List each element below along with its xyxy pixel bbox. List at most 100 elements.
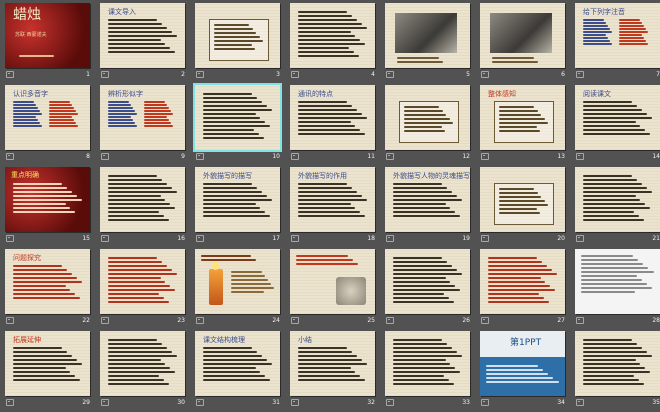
slide-number: 27 [557, 317, 565, 324]
slide-thumbnail-cell[interactable]: 通讯的特点 11 [290, 85, 385, 166]
slide-thumbnail-cell[interactable]: 给下列字注音 7 [575, 3, 660, 84]
text-lines [13, 183, 83, 215]
slide-thumbnail[interactable] [193, 83, 282, 152]
slide-thumbnail-cell[interactable]: 外貌描写人物的灵魂描写 19 [385, 167, 480, 248]
slide-thumbnail[interactable]: 课文导入 [100, 3, 185, 68]
slide-thumbnail-cell[interactable]: 12 [385, 85, 480, 166]
slide-thumbnail[interactable]: 拓展延伸 [5, 331, 90, 396]
slide-thumbnail-cell[interactable]: 课文结构梳理 31 [195, 331, 290, 412]
slide-thumbnail-cell[interactable]: 25 [290, 249, 385, 330]
slide-thumbnail[interactable]: 小结 [290, 331, 375, 396]
slide-thumbnail[interactable]: 认识多音字 [5, 85, 90, 150]
slide-thumbnail[interactable] [575, 331, 660, 396]
slide-thumbnail-cell[interactable]: 重点明确 15 [5, 167, 100, 248]
slide-thumbnail[interactable]: 外貌描写的描写 [195, 167, 280, 232]
slide-title: 拓展延伸 [13, 336, 41, 344]
slide-thumbnail-cell[interactable]: 阅读课文 14 [575, 85, 660, 166]
slide-number: 18 [367, 235, 375, 242]
text-lines [583, 175, 653, 223]
slide-thumbnail-cell[interactable]: 28 [575, 249, 660, 330]
slide-thumbnail[interactable] [195, 249, 280, 314]
slide-thumbnail-cell[interactable]: 24 [195, 249, 290, 330]
slide-thumbnail[interactable] [290, 249, 375, 314]
slide-thumbnail[interactable]: 外貌描写的作用 [290, 167, 375, 232]
slide-title: 课文结构梳理 [203, 336, 245, 344]
text-lines [13, 347, 83, 383]
slide-number: 29 [82, 399, 90, 406]
slide-thumbnail[interactable]: 辨析形似字 [100, 85, 185, 150]
text-box [209, 19, 269, 61]
text-lines [393, 183, 463, 219]
slide-thumbnail[interactable]: 课文结构梳理 [195, 331, 280, 396]
slide-number: 13 [557, 153, 565, 160]
slide-thumbnail[interactable]: 蜡烛 苏联 西蒙诺夫 [5, 3, 90, 68]
slide-title: 给下列字注音 [583, 8, 625, 16]
text-lines [486, 365, 560, 385]
slide-thumbnail[interactable] [100, 249, 185, 314]
photo-image [490, 13, 552, 53]
slide-thumbnail[interactable]: 重点明确 [5, 167, 90, 232]
slide-thumbnail-cell[interactable]: 整体感知 13 [480, 85, 575, 166]
slide-thumbnail[interactable] [480, 167, 565, 232]
text-lines [108, 175, 178, 223]
slide-thumbnail[interactable]: 问题探究 [5, 249, 90, 314]
slide-number: 7 [656, 71, 660, 78]
slide-thumbnail-cell[interactable]: 5 [385, 3, 480, 84]
slide-thumbnail-cell[interactable]: 辨析形似字 9 [100, 85, 195, 166]
slide-number: 12 [462, 153, 470, 160]
text-lines [108, 19, 178, 55]
slide-thumbnail[interactable]: 通讯的特点 [290, 85, 375, 150]
slide-thumbnail-cell[interactable]: 35 [575, 331, 660, 412]
slide-thumbnail-cell[interactable]: 6 [480, 3, 575, 84]
slide-thumbnail[interactable] [575, 249, 660, 314]
slide-thumbnail-cell[interactable]: 外貌描写的作用 18 [290, 167, 385, 248]
slide-thumbnail[interactable] [290, 3, 375, 68]
slide-number: 8 [86, 153, 90, 160]
slide-thumbnail[interactable] [385, 85, 470, 150]
slide-thumbnail-cell[interactable]: 30 [100, 331, 195, 412]
slide-number: 26 [462, 317, 470, 324]
slide-thumbnail[interactable] [385, 249, 470, 314]
slide-thumbnail[interactable]: 第1PPT [480, 331, 565, 396]
slide-thumbnail-cell[interactable]: 16 [100, 167, 195, 248]
slide-thumbnail-cell[interactable]: 33 [385, 331, 480, 412]
slide-thumbnail-cell[interactable]: 27 [480, 249, 575, 330]
text-lines [13, 265, 83, 301]
slide-thumbnail[interactable] [575, 167, 660, 232]
slide-number: 5 [466, 71, 470, 78]
slide-title: 阅读课文 [583, 90, 611, 98]
slide-thumbnail[interactable]: 外貌描写人物的灵魂描写 [385, 167, 470, 232]
slide-thumbnail-cell[interactable]: 20 [480, 167, 575, 248]
slide-thumbnail-cell[interactable]: 3 [195, 3, 290, 84]
slide-number: 25 [367, 317, 375, 324]
slide-thumbnail[interactable]: 给下列字注音 [575, 3, 660, 68]
slide-thumbnail-cell[interactable]: 第1PPT 34 [480, 331, 575, 412]
slide-thumbnail[interactable] [100, 331, 185, 396]
slide-thumbnail-cell[interactable]: 10 [193, 83, 290, 166]
slide-thumbnail-cell[interactable]: 拓展延伸 29 [5, 331, 100, 412]
slide-thumbnail-cell[interactable]: 4 [290, 3, 385, 84]
slide-title: 问题探究 [13, 254, 41, 262]
slide-thumbnail[interactable] [195, 3, 280, 68]
slide-thumbnail-cell[interactable]: 问题探究 22 [5, 249, 100, 330]
slide-thumbnail[interactable]: 阅读课文 [575, 85, 660, 150]
slide-thumbnail-cell[interactable]: 认识多音字 8 [5, 85, 100, 166]
text-box [494, 183, 554, 225]
slide-number: 34 [557, 399, 565, 406]
slide-number: 20 [557, 235, 565, 242]
slide-thumbnail-cell[interactable]: 课文导入 2 [100, 3, 195, 84]
slide-thumbnail[interactable] [480, 249, 565, 314]
slide-thumbnail-cell[interactable]: 23 [100, 249, 195, 330]
slide-number: 6 [561, 71, 565, 78]
slide-thumbnail[interactable] [100, 167, 185, 232]
slide-thumbnail-cell[interactable]: 26 [385, 249, 480, 330]
slide-thumbnail[interactable] [385, 3, 470, 68]
slide-thumbnail-cell[interactable]: 21 [575, 167, 660, 248]
slide-thumbnail-cell[interactable]: 蜡烛 苏联 西蒙诺夫 1 [5, 3, 100, 84]
slide-thumbnail[interactable]: 整体感知 [480, 85, 565, 150]
slide-thumbnail[interactable] [480, 3, 565, 68]
slide-thumbnail-cell[interactable]: 外貌描写的描写 17 [195, 167, 290, 248]
slide-thumbnail-cell[interactable]: 小结 32 [290, 331, 385, 412]
slide-thumbnail[interactable] [385, 331, 470, 396]
slide-number: 28 [652, 317, 660, 324]
